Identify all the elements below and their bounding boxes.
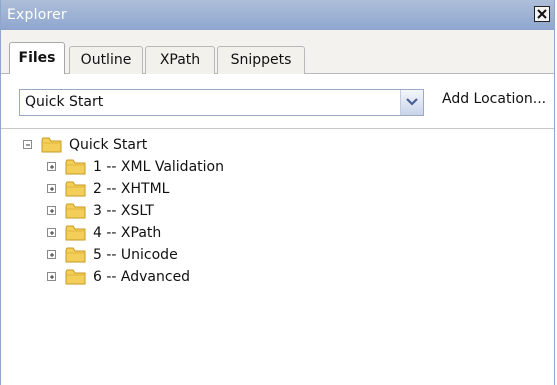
tree-node-label: 5 -- Unicode (93, 247, 178, 263)
tab-label: Files (18, 50, 56, 66)
tab-files[interactable]: Files (9, 42, 65, 74)
tree-node-1[interactable]: 1 -- XML Validation (1, 158, 301, 178)
tree-node-quick-start[interactable]: Quick Start (1, 136, 301, 156)
tree-node-label: 6 -- Advanced (93, 269, 191, 285)
expand-icon[interactable] (47, 250, 56, 259)
explorer-window: Explorer Files Outline XPath Snippets Qu… (0, 0, 555, 385)
file-tree: Quick Start 1 -- XML Validation 2 -- XHT… (1, 130, 554, 385)
toolbar-divider (1, 128, 554, 129)
expand-icon[interactable] (47, 272, 56, 281)
location-dropdown-button[interactable] (400, 90, 423, 115)
expand-icon[interactable] (47, 228, 56, 237)
folder-icon (41, 137, 62, 153)
folder-icon (65, 203, 86, 219)
tree-node-3[interactable]: 3 -- XSLT (1, 202, 301, 222)
tree-node-label: 3 -- XSLT (93, 203, 154, 219)
folder-icon (65, 269, 86, 285)
tree-node-label: 1 -- XML Validation (93, 159, 224, 175)
tree-node-label: 4 -- XPath (93, 225, 162, 241)
tab-snippets[interactable]: Snippets (217, 46, 305, 74)
tab-label: Snippets (230, 52, 292, 68)
close-icon (537, 9, 547, 19)
folder-icon (65, 181, 86, 197)
tree-node-6[interactable]: 6 -- Advanced (1, 268, 301, 288)
expand-icon[interactable] (47, 162, 56, 171)
chevron-down-icon (406, 98, 418, 106)
tree-node-label: 2 -- XHTML (93, 181, 170, 197)
folder-icon (65, 159, 86, 175)
tab-label: Outline (80, 52, 132, 68)
tree-node-4[interactable]: 4 -- XPath (1, 224, 301, 244)
tree-node-2[interactable]: 2 -- XHTML (1, 180, 301, 200)
window-title: Explorer (7, 7, 67, 23)
tab-outline[interactable]: Outline (69, 46, 143, 74)
location-combobox[interactable]: Quick Start (19, 89, 424, 116)
tree-node-label: Quick Start (69, 137, 148, 153)
folder-icon (65, 247, 86, 263)
tab-xpath[interactable]: XPath (145, 46, 215, 74)
add-location-link[interactable]: Add Location... (442, 91, 546, 107)
expand-icon[interactable] (47, 184, 56, 193)
location-value: Quick Start (25, 94, 104, 110)
expand-icon[interactable] (47, 206, 56, 215)
folder-icon (65, 225, 86, 241)
title-bar[interactable]: Explorer (1, 0, 554, 30)
collapse-icon[interactable] (23, 140, 32, 149)
tab-label: XPath (159, 52, 201, 68)
tree-node-5[interactable]: 5 -- Unicode (1, 246, 301, 266)
close-button[interactable] (534, 6, 550, 22)
